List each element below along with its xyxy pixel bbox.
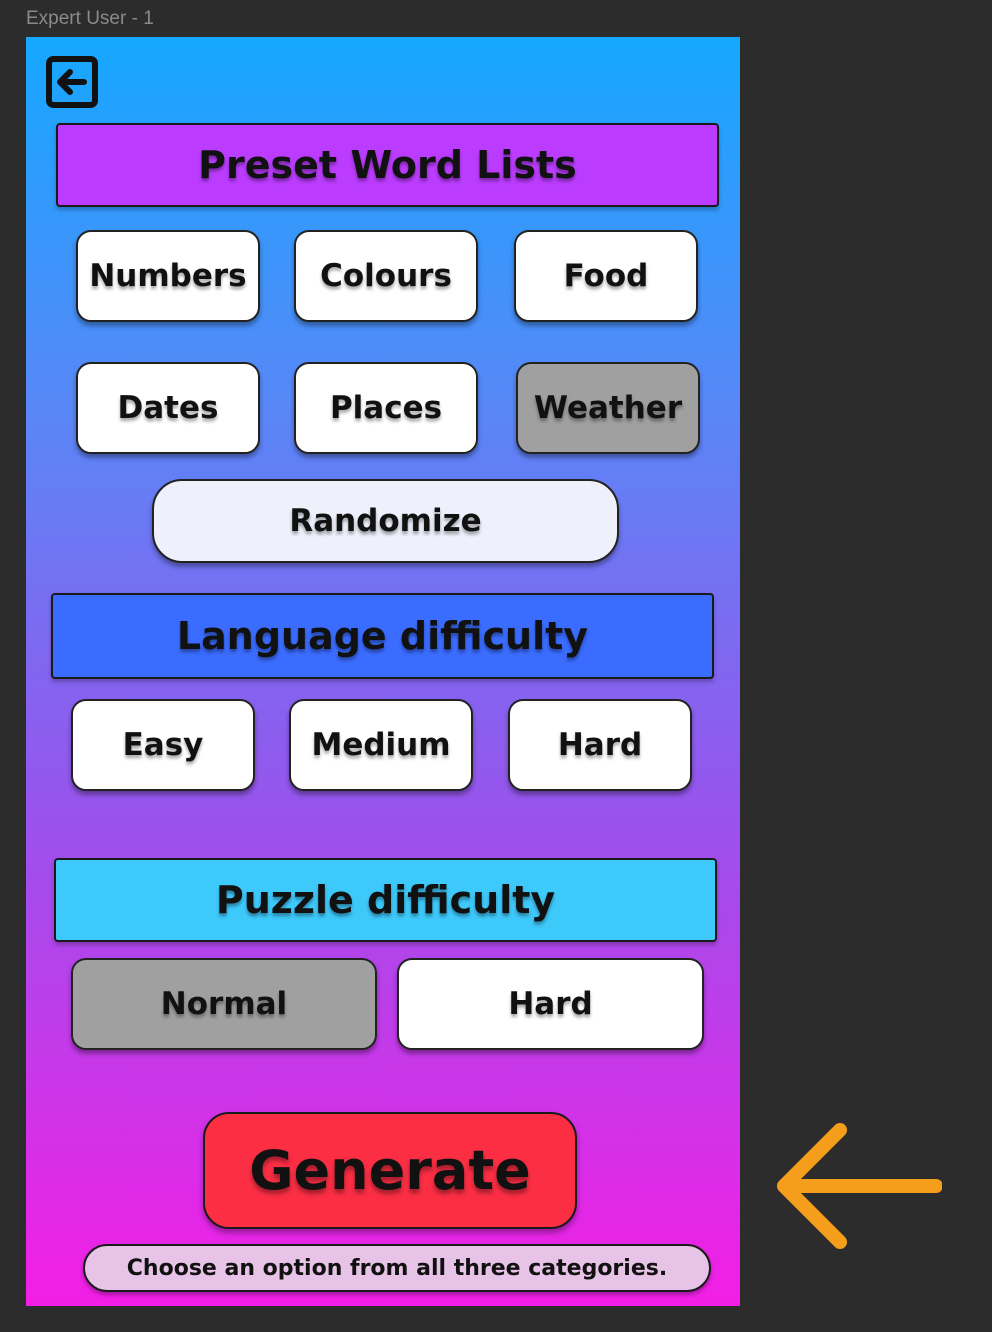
generate-label: Generate bbox=[249, 1139, 531, 1202]
option-puzzle-hard[interactable]: Hard bbox=[397, 958, 704, 1050]
hint-message: Choose an option from all three categori… bbox=[83, 1244, 711, 1292]
option-colours[interactable]: Colours bbox=[294, 230, 478, 322]
exit-arrow-icon[interactable] bbox=[44, 54, 100, 110]
option-places[interactable]: Places bbox=[294, 362, 478, 454]
option-easy-label: Easy bbox=[122, 727, 204, 763]
language-difficulty-title: Language difficulty bbox=[176, 614, 589, 658]
option-dates-label: Dates bbox=[117, 390, 219, 426]
option-language-hard[interactable]: Hard bbox=[508, 699, 692, 791]
randomize-button[interactable]: Randomize bbox=[152, 479, 619, 563]
option-food-label: Food bbox=[563, 258, 649, 294]
preset-word-lists-title: Preset Word Lists bbox=[198, 143, 577, 187]
option-weather-label: Weather bbox=[533, 390, 683, 426]
hint-text: Choose an option from all three categori… bbox=[126, 1255, 668, 1281]
option-places-label: Places bbox=[329, 390, 443, 426]
option-colours-label: Colours bbox=[320, 258, 452, 294]
option-medium[interactable]: Medium bbox=[289, 699, 473, 791]
option-dates[interactable]: Dates bbox=[76, 362, 260, 454]
language-difficulty-header: Language difficulty bbox=[51, 593, 714, 679]
option-food[interactable]: Food bbox=[514, 230, 698, 322]
option-easy[interactable]: Easy bbox=[71, 699, 255, 791]
option-puzzle-hard-label: Hard bbox=[508, 986, 593, 1022]
randomize-label: Randomize bbox=[289, 503, 482, 539]
option-language-hard-label: Hard bbox=[557, 727, 643, 763]
left-arrow-icon bbox=[777, 1123, 942, 1249]
generate-button[interactable]: Generate bbox=[203, 1112, 577, 1229]
frame-label: Expert User - 1 bbox=[26, 8, 154, 29]
option-medium-label: Medium bbox=[311, 727, 451, 763]
option-normal-label: Normal bbox=[160, 986, 288, 1022]
preset-word-lists-header: Preset Word Lists bbox=[56, 123, 719, 207]
option-numbers-label: Numbers bbox=[89, 258, 247, 294]
option-numbers[interactable]: Numbers bbox=[76, 230, 260, 322]
app-screen: Preset Word Lists Numbers Colours Food D… bbox=[26, 37, 740, 1306]
option-normal[interactable]: Normal bbox=[71, 958, 377, 1050]
puzzle-difficulty-title: Puzzle difficulty bbox=[215, 878, 556, 922]
puzzle-difficulty-header: Puzzle difficulty bbox=[54, 858, 717, 942]
option-weather[interactable]: Weather bbox=[516, 362, 700, 454]
